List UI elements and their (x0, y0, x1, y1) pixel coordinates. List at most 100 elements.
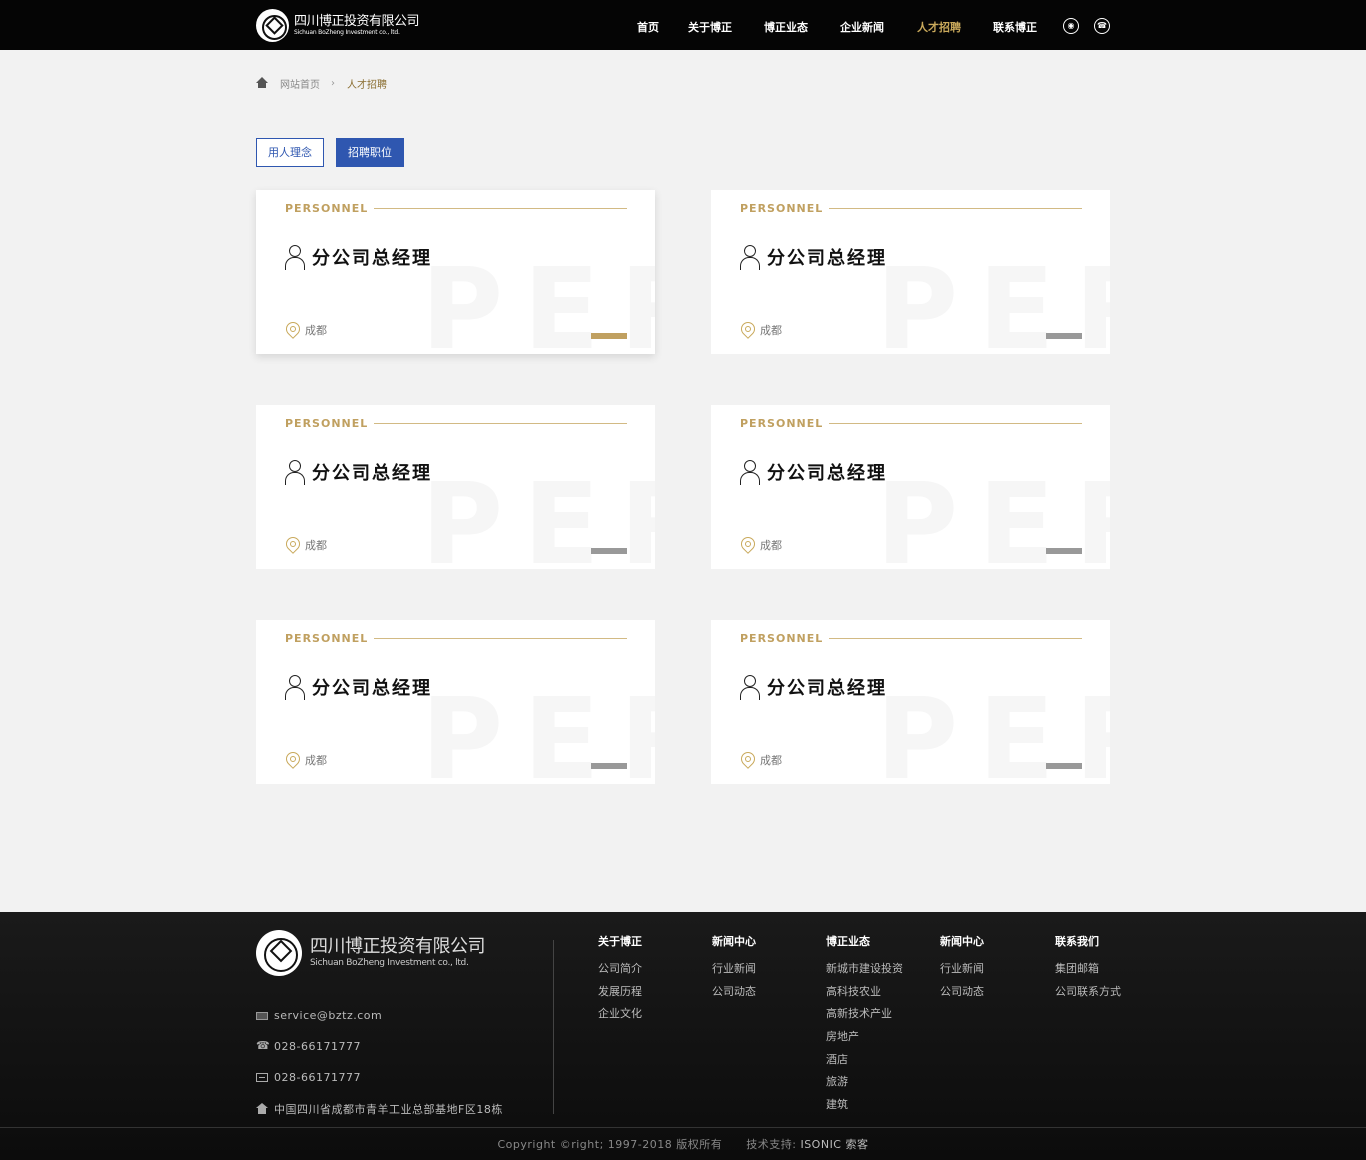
person-icon (285, 675, 305, 700)
footer-link[interactable]: 公司动态 (712, 985, 756, 1009)
site-footer: 四川博正投资有限公司 Sichuan BoZheng Investment co… (0, 912, 1366, 1160)
footer-col-contact: 联系我们 集团邮箱 公司联系方式 (1055, 936, 1121, 1008)
card-tag: PERSONNEL (285, 632, 369, 645)
job-card[interactable]: PER PERSONNEL 分公司总经理 成都 (711, 620, 1110, 784)
person-icon (740, 245, 760, 270)
breadcrumb-home[interactable]: 网站首页 (280, 76, 320, 91)
footer-col-title[interactable]: 博正业态 (826, 936, 903, 948)
phone-icon[interactable]: ☎ (1094, 18, 1110, 34)
footer-link[interactable]: 高科技农业 (826, 985, 903, 1009)
footer-col-news-2: 新闻中心 行业新闻 公司动态 (940, 936, 984, 1008)
footer-email-text[interactable]: service@bztz.com (274, 1009, 382, 1022)
footer-link[interactable]: 酒店 (826, 1053, 903, 1077)
chevron-right-icon: › (331, 77, 335, 89)
job-title: 分公司总经理 (767, 678, 887, 699)
card-tag: PERSONNEL (740, 632, 824, 645)
nav-item-recruitment[interactable]: 人才招聘 (917, 19, 961, 35)
footer-logo-name-cn: 四川博正投资有限公司 (310, 936, 486, 957)
card-divider (374, 423, 627, 424)
person-icon (285, 245, 305, 270)
home-icon[interactable] (256, 77, 268, 89)
tab-positions[interactable]: 招聘职位 (336, 138, 404, 167)
footer-col-title[interactable]: 联系我们 (1055, 936, 1121, 948)
footer-col-title[interactable]: 新闻中心 (940, 936, 984, 948)
job-card[interactable]: PER PERSONNEL 分公司总经理 成都 (711, 190, 1110, 354)
logo-mark-icon (256, 930, 302, 976)
person-icon (740, 675, 760, 700)
footer-link[interactable]: 高新技术产业 (826, 1008, 903, 1031)
mail-icon (256, 1011, 268, 1020)
nav-item-about[interactable]: 关于博正 (688, 19, 732, 35)
breadcrumb: 网站首页 › 人才招聘 (256, 76, 387, 91)
card-tag: PERSONNEL (740, 417, 824, 430)
footer-link[interactable]: 企业文化 (598, 1008, 642, 1031)
nav-item-contact[interactable]: 联系博正 (993, 19, 1037, 35)
tech-support-brand[interactable]: ISONIC 索客 (800, 1138, 868, 1151)
location-pin-icon (740, 322, 754, 338)
person-icon (285, 460, 305, 485)
footer-link[interactable]: 旅游 (826, 1076, 903, 1099)
footer-col-title[interactable]: 新闻中心 (712, 936, 756, 948)
job-location: 成都 (305, 754, 327, 767)
footer-address: 中国四川省成都市青羊工业总部基地F区18栋 (256, 1101, 503, 1117)
fax-icon (256, 1073, 268, 1082)
site-logo[interactable]: 四川博正投资有限公司 Sichuan BoZheng Investment co… (256, 9, 420, 42)
card-tag: PERSONNEL (285, 417, 369, 430)
job-card[interactable]: PER PERSONNEL 分公司总经理 成都 (256, 405, 655, 569)
person-icon (740, 460, 760, 485)
footer-divider (553, 940, 554, 1114)
logo-name-cn: 四川博正投资有限公司 (294, 14, 420, 29)
card-watermark: PER (421, 245, 655, 354)
job-title: 分公司总经理 (312, 678, 432, 699)
card-accent-bar (1046, 763, 1082, 769)
footer-phone-text: 028-66171777 (274, 1040, 361, 1053)
footer-link[interactable]: 发展历程 (598, 985, 642, 1009)
card-divider (829, 208, 1082, 209)
job-title: 分公司总经理 (767, 463, 887, 484)
location-pin-icon (740, 537, 754, 553)
footer-background (0, 912, 1366, 1160)
footer-link[interactable]: 行业新闻 (940, 963, 984, 986)
card-watermark: PER (876, 675, 1110, 784)
tab-philosophy[interactable]: 用人理念 (256, 138, 324, 167)
job-location: 成都 (760, 539, 782, 552)
footer-col-about: 关于博正 公司简介 发展历程 企业文化 (598, 936, 642, 1031)
nav-item-news[interactable]: 企业新闻 (840, 19, 884, 35)
footer-link[interactable]: 公司联系方式 (1055, 985, 1121, 1009)
footer-link[interactable]: 房地产 (826, 1031, 903, 1054)
location-pin-icon (285, 537, 299, 553)
footer-link[interactable]: 建筑 (826, 1099, 903, 1122)
footer-link[interactable]: 公司简介 (598, 963, 642, 986)
card-accent-bar (591, 333, 627, 339)
nav-item-business[interactable]: 博正业态 (764, 19, 808, 35)
card-accent-bar (1046, 548, 1082, 554)
footer-link[interactable]: 公司动态 (940, 985, 984, 1009)
footer-email: service@bztz.com (256, 1009, 382, 1022)
nav-item-home[interactable]: 首页 (637, 19, 659, 35)
job-location: 成都 (305, 539, 327, 552)
logo-mark-icon (256, 9, 289, 42)
card-watermark: PER (421, 675, 655, 784)
job-location: 成都 (760, 754, 782, 767)
card-divider (829, 638, 1082, 639)
footer-phone: 028-66171777 (256, 1039, 361, 1054)
copyright-bar: Copyright ©right; 1997-2018 版权所有 技术支持: IS… (0, 1136, 1366, 1152)
job-location: 成都 (305, 324, 327, 337)
job-title: 分公司总经理 (312, 248, 432, 269)
footer-logo[interactable]: 四川博正投资有限公司 Sichuan BoZheng Investment co… (256, 930, 486, 976)
wechat-icon[interactable]: ◉ (1063, 18, 1079, 34)
footer-col-business: 博正业态 新城市建设投资 高科技农业 高新技术产业 房地产 酒店 旅游 建筑 (826, 936, 903, 1122)
site-header: 四川博正投资有限公司 Sichuan BoZheng Investment co… (0, 0, 1366, 50)
job-title: 分公司总经理 (312, 463, 432, 484)
job-location: 成都 (760, 324, 782, 337)
footer-link[interactable]: 新城市建设投资 (826, 963, 903, 986)
job-card[interactable]: PER PERSONNEL 分公司总经理 成都 (256, 190, 655, 354)
footer-link[interactable]: 行业新闻 (712, 963, 756, 986)
footer-link[interactable]: 集团邮箱 (1055, 963, 1121, 986)
job-card[interactable]: PER PERSONNEL 分公司总经理 成都 (711, 405, 1110, 569)
job-card[interactable]: PER PERSONNEL 分公司总经理 成都 (256, 620, 655, 784)
card-accent-bar (591, 763, 627, 769)
footer-fax: 028-66171777 (256, 1071, 361, 1084)
card-tag: PERSONNEL (740, 202, 824, 215)
footer-col-title[interactable]: 关于博正 (598, 936, 642, 948)
